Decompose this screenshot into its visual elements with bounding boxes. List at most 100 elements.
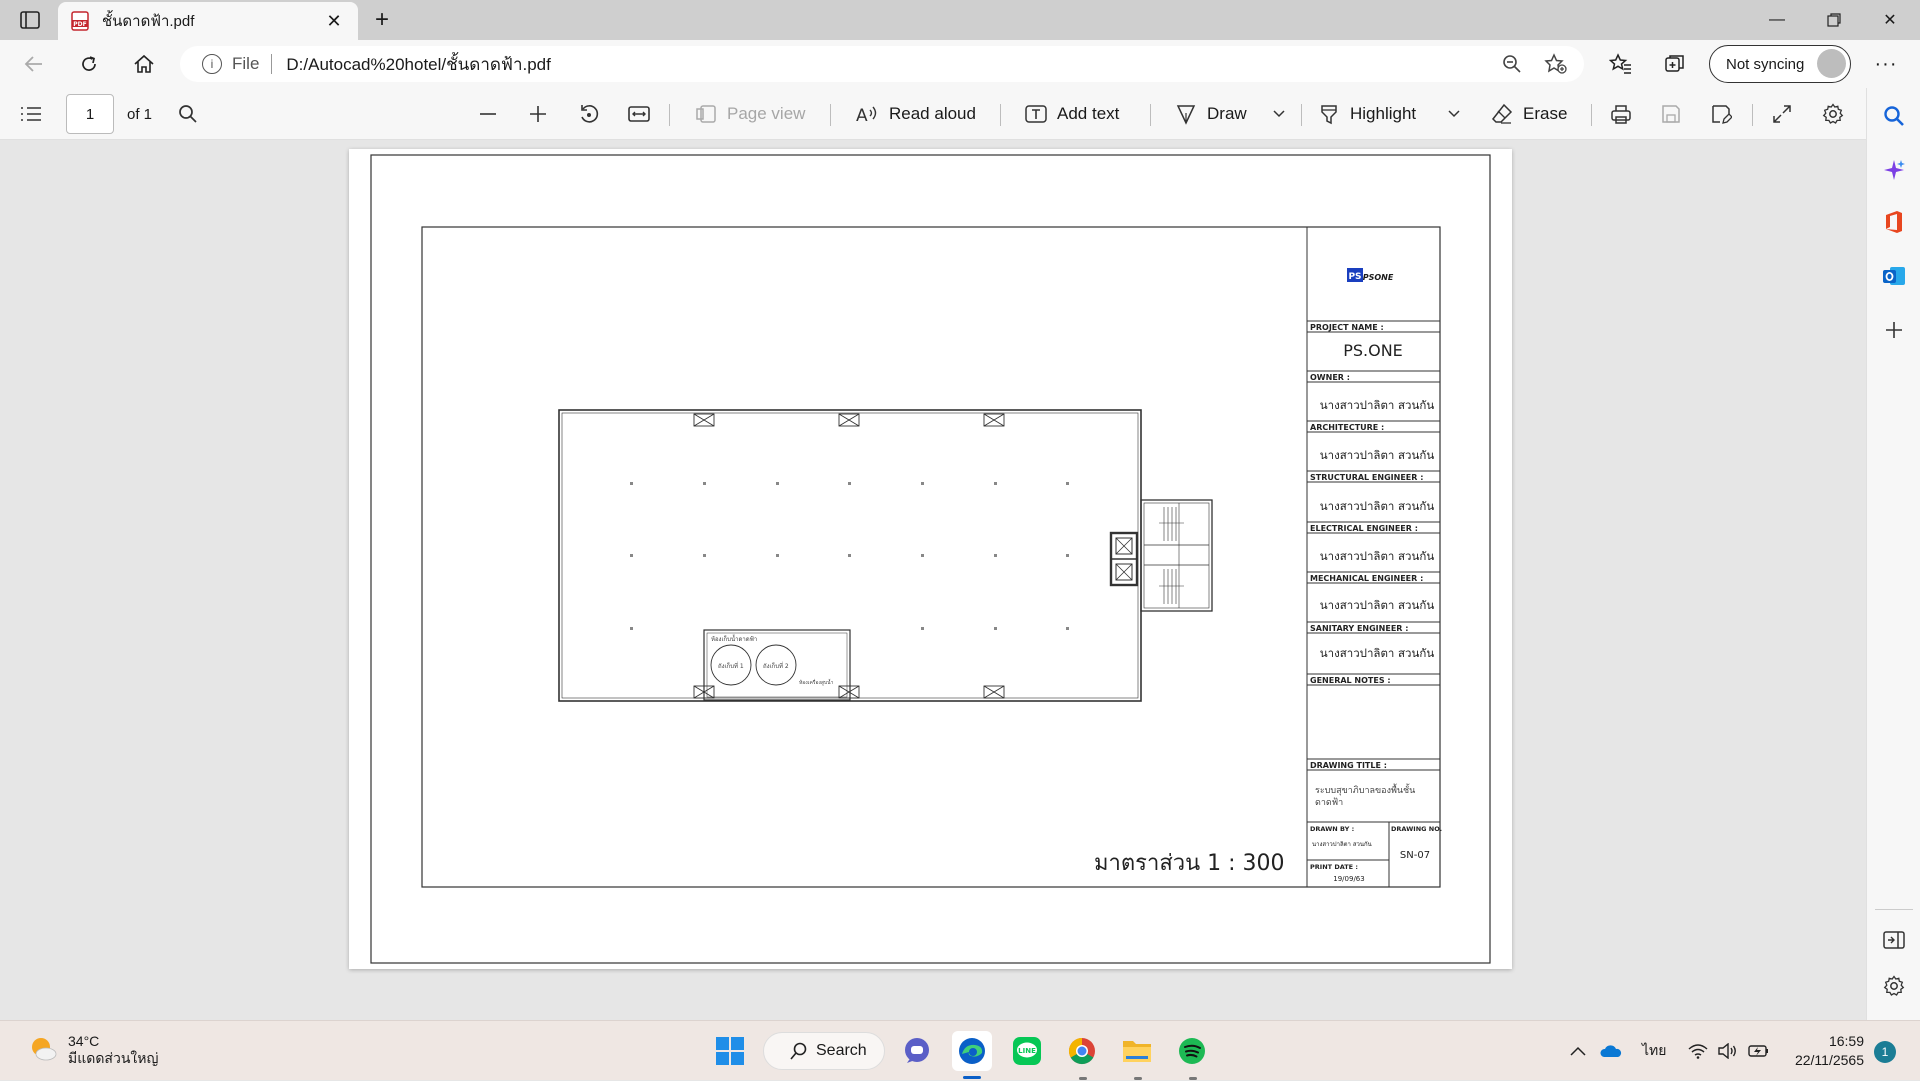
settings-more-button[interactable]: ··· [1868,48,1904,80]
teams-chat-button[interactable] [897,1031,937,1071]
close-window-button[interactable]: ✕ [1862,0,1918,40]
outlook-icon [1883,267,1905,285]
weather-widget[interactable]: 34°C มีแดดส่วนใหญ่ [28,1033,158,1067]
volume-button[interactable] [1718,1021,1738,1081]
windows-taskbar: 34°C มีแดดส่วนใหญ่ Search LINE ไทย 16:59… [0,1020,1920,1080]
tank-2-label: ถังเก็บที่ 2 [763,661,789,670]
draw-button[interactable]: Draw [1175,88,1247,140]
onedrive-button[interactable] [1600,1021,1622,1081]
draw-label: Draw [1207,104,1247,123]
site-info-icon[interactable]: i [202,54,222,74]
scale-label: มาตราส่วน 1 : 300 [1094,851,1285,876]
save-as-icon [1712,105,1732,124]
gear-icon [1822,103,1844,124]
favorites-button[interactable] [1603,48,1639,80]
zoom-icon[interactable] [1502,54,1522,79]
restore-button[interactable] [1806,0,1862,40]
draw-pen-icon [1176,105,1196,125]
line-app-button[interactable]: LINE [1007,1031,1047,1071]
fit-to-width-button[interactable] [628,88,650,140]
drawn-by-label: DRAWN BY : [1310,825,1354,833]
minimize-button[interactable]: — [1749,0,1805,40]
sidebar-add-button[interactable] [1880,316,1908,344]
sidebar-copilot-button[interactable] [1880,156,1908,184]
tab-title: ชั้นดาดฟ้า.pdf [102,13,195,30]
sidebar-settings-button[interactable] [1880,972,1908,1000]
battery-charging-icon [1748,1045,1768,1057]
show-hidden-icons-button[interactable] [1570,1021,1586,1081]
taskbar-search[interactable]: Search [763,1032,885,1070]
owner-value: นางสาวปาลิตา สวนกัน [1320,398,1435,412]
table-of-contents-button[interactable] [20,88,42,140]
clock[interactable]: 16:59 22/11/2565 [1778,1032,1864,1070]
sidebar-hide-button[interactable] [1880,926,1908,954]
read-aloud-icon: A [856,106,877,124]
highlight-button[interactable]: Highlight [1318,88,1416,140]
pdf-settings-button[interactable] [1822,88,1844,140]
line-app-icon: LINE [1013,1037,1041,1065]
highlight-options-dropdown[interactable] [1448,88,1460,140]
tab-actions-button[interactable] [14,8,46,32]
pdf-page[interactable]: PS PSONE PROJECT NAME : OWNER : ARCHITEC… [349,149,1512,969]
sparkle-icon [1884,160,1905,180]
save-as-button[interactable] [1710,88,1732,140]
file-explorer-button[interactable] [1117,1031,1157,1071]
sidebar-outlook-button[interactable] [1880,262,1908,290]
erase-button[interactable]: Erase [1491,88,1567,140]
home-button[interactable] [126,48,162,80]
battery-button[interactable] [1748,1021,1770,1081]
tab-close-button[interactable]: ✕ [322,9,346,33]
favorites-icon [1609,53,1631,74]
sidebar-office-button[interactable] [1880,208,1908,236]
fullscreen-button[interactable] [1772,88,1792,140]
page-number-input[interactable]: 1 [66,94,114,134]
drawing-title-label: DRAWING TITLE : [1310,761,1387,770]
add-favorite-icon[interactable] [1544,53,1568,80]
back-arrow-icon [24,56,42,72]
wifi-button[interactable] [1688,1021,1708,1081]
rotate-icon [581,105,599,123]
print-date-label: PRINT DATE : [1310,863,1358,871]
profile-sync-button[interactable]: Not syncing [1709,45,1851,83]
chat-icon [905,1038,929,1063]
add-text-button[interactable]: Add text [1025,88,1119,140]
print-button[interactable] [1610,88,1632,140]
search-icon [179,105,197,123]
sidebar-search-button[interactable] [1880,102,1908,130]
new-tab-button[interactable]: + [368,6,396,34]
zoom-out-button[interactable] [478,88,498,140]
address-bar[interactable]: i File D:/Autocad%20hotel/ชั้นดาดฟ้า.pdf [180,46,1584,82]
browser-tab-active[interactable]: PDF ชั้นดาดฟ้า.pdf ✕ [58,2,358,40]
chevron-down-icon [1273,110,1285,118]
zoom-in-button[interactable] [528,88,548,140]
chevron-up-icon [1570,1046,1586,1056]
notification-badge[interactable]: 1 [1874,1041,1896,1063]
chrome-button[interactable] [1062,1031,1102,1071]
drawn-by-value: นางสาวปาลิตา สวนกัน [1312,841,1372,848]
plus-icon [1886,322,1902,338]
refresh-button[interactable] [71,48,107,80]
edge-taskbar-button[interactable] [952,1031,992,1071]
svg-text:LINE: LINE [1018,1047,1036,1055]
electrical-value: นางสาวปาลิตา สวนกัน [1320,549,1435,563]
input-language-button[interactable]: ไทย [1642,1021,1666,1081]
url-text[interactable]: D:/Autocad%20hotel/ชั้นดาดฟ้า.pdf [286,51,550,78]
expand-icon [1773,105,1791,123]
edge-sidebar [1866,88,1920,1020]
draw-options-dropdown[interactable] [1273,88,1285,140]
gear-icon [1883,975,1905,996]
pdf-viewer-area[interactable]: PS PSONE PROJECT NAME : OWNER : ARCHITEC… [0,141,1866,1020]
save-button[interactable] [1660,88,1682,140]
read-aloud-button[interactable]: A Read aloud [855,88,976,140]
spotify-button[interactable] [1172,1031,1212,1071]
sanitary-label: SANITARY ENGINEER : [1310,624,1408,633]
home-icon [134,54,154,73]
find-button[interactable] [178,88,198,140]
collections-button[interactable] [1657,48,1693,80]
erase-label: Erase [1523,104,1568,123]
back-button[interactable] [16,48,52,80]
rotate-button[interactable] [578,88,600,140]
start-button[interactable] [710,1031,750,1071]
page-view-button[interactable]: Page view [695,88,805,140]
printer-icon [1611,105,1631,124]
